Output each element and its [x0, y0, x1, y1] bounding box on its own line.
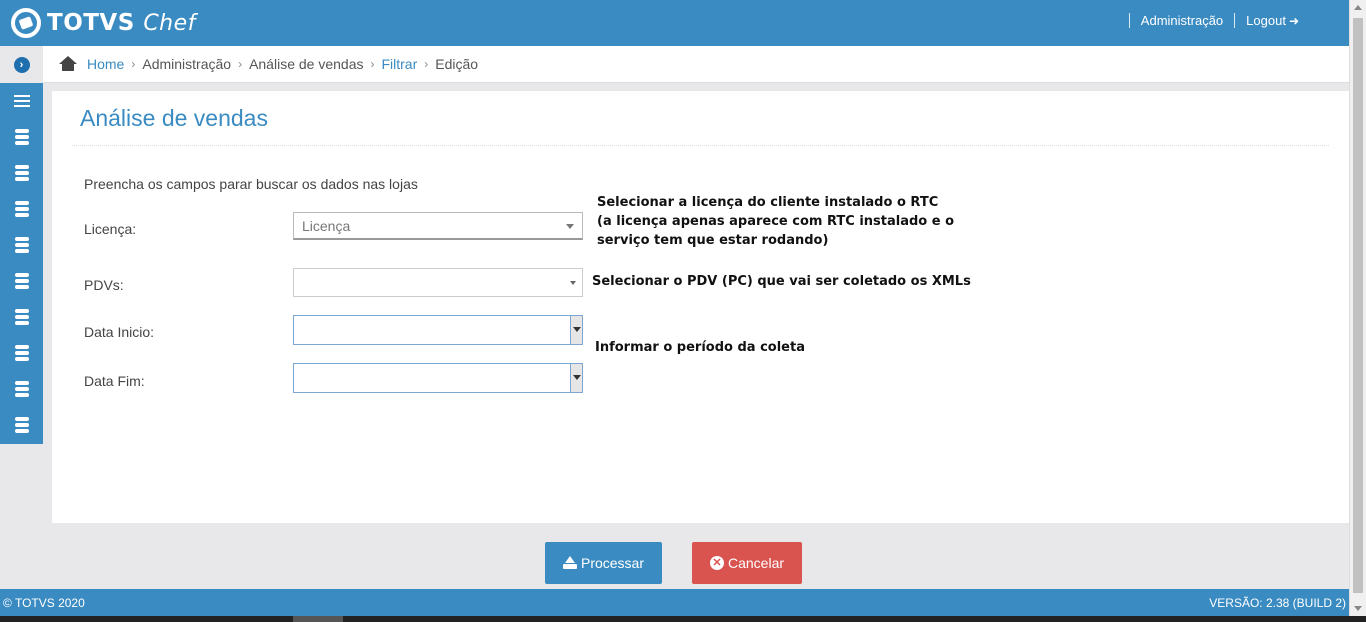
cancelar-button[interactable]: ✕ Cancelar — [692, 542, 802, 584]
breadcrumb-separator: › — [370, 57, 375, 71]
copyright-text: © TOTVS 2020 — [3, 596, 85, 610]
cancelar-label: Cancelar — [727, 555, 785, 571]
upload-icon — [562, 556, 577, 570]
database-icon — [14, 309, 29, 325]
main-panel: Análise de vendas Preencha os campos par… — [52, 91, 1349, 523]
version-text: VERSÃO: 2.38 (BUILD 2) — [1209, 596, 1346, 610]
licenca-label: Licença: — [84, 221, 137, 237]
pdvs-select[interactable] — [293, 268, 583, 297]
sidebar-item-5[interactable] — [0, 263, 43, 299]
page-scrollbar[interactable] — [1349, 0, 1366, 616]
sidebar-item-1[interactable] — [0, 119, 43, 155]
processar-button[interactable]: Processar — [545, 542, 662, 584]
logout-link[interactable]: Logout ➜ — [1246, 13, 1299, 28]
pdvs-label: PDVs: — [84, 277, 124, 293]
breadcrumb-separator: › — [238, 57, 243, 71]
link-separator — [1128, 13, 1130, 28]
processar-label: Processar — [580, 555, 645, 571]
home-icon[interactable] — [59, 56, 77, 72]
totvs-chef-logo[interactable]: TOTVS Chef — [11, 8, 196, 38]
database-icon — [14, 273, 29, 289]
sidebar-expand-button[interactable]: › — [0, 46, 43, 83]
sidebar-item-8[interactable] — [0, 371, 43, 407]
sidebar-item-6[interactable] — [0, 299, 43, 335]
breadcrumb-edicao: Edição — [435, 56, 479, 72]
chevron-down-icon — [566, 224, 574, 229]
database-icon — [14, 201, 29, 217]
scroll-down-icon[interactable] — [1354, 606, 1362, 611]
logout-icon: ➜ — [1288, 14, 1299, 28]
database-icon — [14, 129, 29, 145]
licenca-note-line-1: Selecionar a licença do cliente instalad… — [597, 195, 939, 210]
title-divider — [72, 145, 1329, 146]
pdv-note: Selecionar o PDV (PC) que vai ser coleta… — [592, 274, 971, 289]
breadcrumb-administracao: Administração — [142, 56, 232, 72]
licenca-note: Selecionar a licença do cliente instalad… — [597, 193, 954, 250]
licenca-select[interactable]: Licença — [293, 212, 583, 240]
data-inicio-label: Data Inicio: — [84, 324, 155, 340]
hamburger-icon — [13, 92, 30, 110]
sidebar-item-3[interactable] — [0, 191, 43, 227]
breadcrumb-analise-vendas: Análise de vendas — [249, 56, 364, 72]
chevron-down-icon — [570, 281, 576, 285]
data-fim-field[interactable] — [293, 363, 583, 393]
breadcrumb-filtrar[interactable]: Filtrar — [381, 56, 417, 72]
date-picker-dropdown-icon[interactable] — [570, 316, 582, 344]
database-icon — [14, 417, 29, 433]
page-title: Análise de vendas — [80, 105, 268, 131]
sidebar-menu-button[interactable] — [0, 83, 43, 119]
brand-suffix: Chef — [143, 11, 196, 36]
bottom-strip — [0, 616, 1366, 622]
link-separator — [1234, 13, 1236, 28]
licenca-note-line-2: (a licença apenas aparece com RTC instal… — [597, 214, 955, 229]
breadcrumb-separator: › — [424, 57, 429, 71]
form-intro-text: Preencha os campos parar buscar os dados… — [84, 176, 418, 192]
sidebar-item-9[interactable] — [0, 407, 43, 443]
breadcrumb-home[interactable]: Home — [87, 56, 124, 72]
breadcrumb: Home › Administração › Análise de vendas… — [43, 46, 1349, 83]
sidebar — [0, 83, 43, 444]
database-icon — [14, 165, 29, 181]
breadcrumb-separator: › — [131, 57, 136, 71]
bottom-strip-mark — [293, 616, 343, 622]
licenca-note-line-3: serviço tem que estar rodando) — [597, 233, 829, 248]
database-icon — [14, 345, 29, 361]
data-inicio-field[interactable] — [293, 315, 583, 345]
close-circle-icon: ✕ — [709, 556, 724, 570]
top-links: Administração Logout ➜ — [1118, 13, 1299, 28]
administracao-link[interactable]: Administração — [1141, 13, 1223, 28]
top-header: TOTVS Chef Administração Logout ➜ — [0, 0, 1349, 46]
periodo-note: Informar o período da coleta — [595, 340, 805, 355]
sidebar-item-4[interactable] — [0, 227, 43, 263]
footer-bar: © TOTVS 2020 VERSÃO: 2.38 (BUILD 2) — [0, 589, 1349, 616]
database-icon — [14, 237, 29, 253]
database-icon — [14, 381, 29, 397]
licenca-placeholder: Licença — [302, 218, 351, 234]
date-picker-dropdown-icon[interactable] — [570, 364, 582, 392]
data-fim-label: Data Fim: — [84, 373, 145, 389]
scroll-up-icon[interactable] — [1354, 5, 1362, 10]
totvs-logo-icon — [11, 8, 41, 38]
logout-label: Logout — [1246, 13, 1286, 28]
scroll-thumb[interactable] — [1353, 18, 1363, 593]
brand-name: TOTVS Chef — [47, 10, 196, 36]
sidebar-item-7[interactable] — [0, 335, 43, 371]
sidebar-item-2[interactable] — [0, 155, 43, 191]
chevron-right-icon: › — [13, 56, 30, 73]
brand-text: TOTVS — [47, 10, 135, 36]
